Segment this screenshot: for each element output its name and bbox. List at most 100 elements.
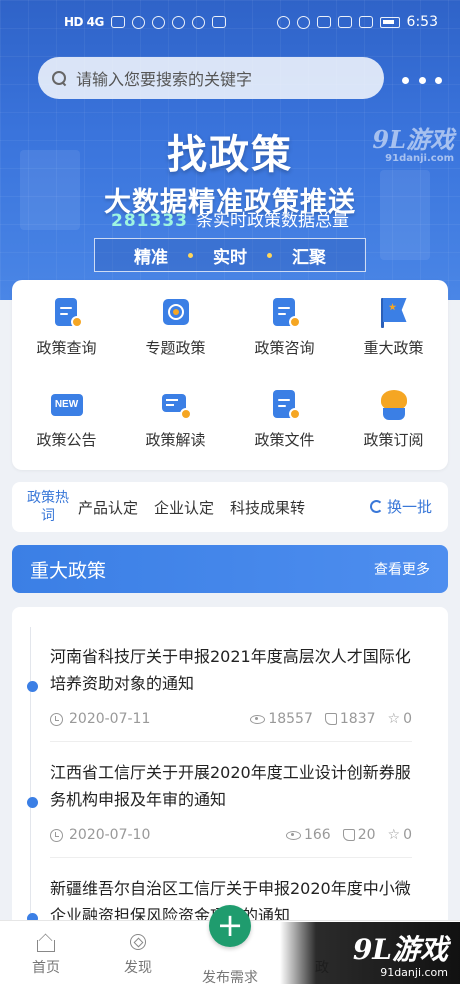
quick-item-policy-query[interactable]: 政策查询 xyxy=(12,286,121,378)
news-date-text: 2020-07-11 xyxy=(69,711,151,727)
banner-tag: 实时 xyxy=(213,247,247,268)
timeline-line xyxy=(30,627,31,927)
star-icon: ☆ xyxy=(387,711,401,727)
quick-item-policy-document[interactable]: 政策文件 xyxy=(230,378,339,470)
views-value: 166 xyxy=(303,827,331,843)
search-input[interactable]: 请输入您要搜索的关键字 xyxy=(38,57,384,99)
quick-item-label: 政策查询 xyxy=(36,339,97,357)
favorite-value: 0 xyxy=(403,711,412,727)
refresh-label: 换一批 xyxy=(386,498,432,516)
quick-item-label: 政策公告 xyxy=(36,431,97,449)
hot-words-tag: 政策热词 xyxy=(27,490,69,524)
clock-time: 6:53 xyxy=(406,14,438,30)
news-title: 江西省工信厅关于开展2020年度工业设计创新券服务机构申报及年审的通知 xyxy=(50,763,411,809)
refresh-icon xyxy=(369,500,383,513)
policy-count: 281333 xyxy=(111,211,188,231)
news-date-text: 2020-07-10 xyxy=(69,827,151,843)
nav-publish[interactable]: + 发布需求 xyxy=(184,905,276,984)
policy-query-icon xyxy=(50,296,84,330)
battery-icon xyxy=(379,16,400,28)
eye-icon xyxy=(285,830,301,840)
major-policy-flag-icon xyxy=(377,296,411,330)
signal-icon xyxy=(110,16,125,28)
nav-discover[interactable]: 发现 xyxy=(92,921,184,984)
likes-count[interactable]: 20 xyxy=(342,827,376,843)
quick-item-label: 政策解读 xyxy=(145,431,206,449)
vibrate-icon xyxy=(337,16,352,28)
compass-icon xyxy=(127,931,149,953)
topic-policy-icon xyxy=(159,296,193,330)
quick-item-topic-policy[interactable]: 专题政策 xyxy=(121,286,230,378)
policy-document-icon xyxy=(268,388,302,422)
quick-item-label: 重大政策 xyxy=(363,339,424,357)
likes-value: 20 xyxy=(357,827,376,843)
quick-item-label: 专题政策 xyxy=(145,339,206,357)
favorite-count[interactable]: ☆ 0 xyxy=(388,827,412,843)
favorite-value: 0 xyxy=(403,827,412,843)
hot-words-bar: 政策热词 产品认定 企业认定 科技成果转 换一批 xyxy=(12,482,448,532)
quick-item-policy-announcement[interactable]: NEW 政策公告 xyxy=(12,378,121,470)
policy-announcement-new-icon: NEW xyxy=(50,388,84,422)
nav-home[interactable]: 首页 xyxy=(0,921,92,984)
nav-discover-label: 发现 xyxy=(124,960,152,976)
quick-item-policy-consult[interactable]: 政策咨询 xyxy=(230,286,339,378)
quick-item-policy-subscribe[interactable]: 政策订阅 xyxy=(339,378,448,470)
policy-interpretation-icon xyxy=(159,388,193,422)
clock-icon xyxy=(50,828,63,842)
hot-word[interactable]: 科技成果转 xyxy=(230,497,305,518)
news-stats: 18557 1837 ☆ 0 xyxy=(250,711,412,727)
views-count: 166 xyxy=(285,827,331,843)
home-icon xyxy=(35,931,57,953)
app-notification-icon xyxy=(171,15,185,29)
watermark-logo-bottom: 9L游戏 91danji.com xyxy=(280,922,460,984)
policy-count-label: 条实时政策数据总量 xyxy=(195,211,349,231)
alarm-icon xyxy=(296,15,310,29)
news-title: 河南省科技厅关于申报2021年度高层次人才国际化培养资助对象的通知 xyxy=(50,647,411,693)
wechat-icon xyxy=(131,15,145,29)
view-more-link[interactable]: 查看更多 xyxy=(374,559,430,579)
favorite-count[interactable]: ☆ 0 xyxy=(388,711,412,727)
dot-icon xyxy=(402,76,409,84)
banner-tag: 汇聚 xyxy=(292,247,326,268)
section-header: 重大政策 查看更多 xyxy=(12,545,448,593)
list-item[interactable]: 江西省工信厅关于开展2020年度工业设计创新券服务机构申报及年审的通知 2020… xyxy=(27,759,412,858)
news-list: 河南省科技厅关于申报2021年度高层次人才国际化培养资助对象的通知 2020-0… xyxy=(12,607,448,927)
quick-item-label: 政策订阅 xyxy=(363,431,424,449)
likes-value: 1837 xyxy=(339,711,376,727)
hot-word[interactable]: 产品认定 xyxy=(78,497,138,518)
star-icon: ☆ xyxy=(387,827,401,843)
quick-item-major-policy[interactable]: 重大政策 xyxy=(339,286,448,378)
views-count: 18557 xyxy=(250,711,313,727)
search-placeholder: 请输入您要搜索的关键字 xyxy=(76,70,253,89)
qq-icon xyxy=(191,15,205,29)
views-value: 18557 xyxy=(268,711,313,727)
plus-icon[interactable]: + xyxy=(209,905,251,947)
list-item[interactable]: 河南省科技厅关于申报2021年度高层次人才国际化培养资助对象的通知 2020-0… xyxy=(27,643,412,742)
nav-publish-label: 发布需求 xyxy=(202,970,258,984)
dot-icon xyxy=(435,76,442,84)
news-meta: 2020-07-10 166 20 ☆ 0 xyxy=(50,827,412,858)
news-stats: 166 20 ☆ 0 xyxy=(285,827,412,843)
message-icon xyxy=(151,15,165,29)
wifi-icon xyxy=(358,16,373,28)
likes-count[interactable]: 1837 xyxy=(324,711,376,727)
eye-comfort-icon xyxy=(276,15,290,29)
bluetooth-icon xyxy=(316,16,331,28)
hero-banner: HD 4G 6:53 请输入您要搜索的关键字 9L游戏 91danji.com xyxy=(0,0,460,300)
health-icon xyxy=(211,16,226,28)
banner-title: 找政策 xyxy=(167,132,293,178)
search-icon xyxy=(52,70,67,86)
section-title: 重大政策 xyxy=(30,559,107,582)
watermark-main: 9L游戏 xyxy=(352,933,448,966)
more-menu-button[interactable] xyxy=(402,70,442,90)
quick-item-policy-interpretation[interactable]: 政策解读 xyxy=(121,378,230,470)
banner-tags: 精准 实时 汇聚 xyxy=(94,238,366,272)
news-meta: 2020-07-11 18557 1837 ☆ 0 xyxy=(50,711,412,742)
policy-consult-icon xyxy=(268,296,302,330)
network-indicator: HD 4G xyxy=(64,15,104,29)
policy-subscribe-icon xyxy=(377,388,411,422)
refresh-button[interactable]: 换一批 xyxy=(369,496,432,517)
hot-word[interactable]: 企业认定 xyxy=(154,497,214,518)
eye-icon xyxy=(250,714,266,724)
quick-item-label: 政策咨询 xyxy=(254,339,315,357)
